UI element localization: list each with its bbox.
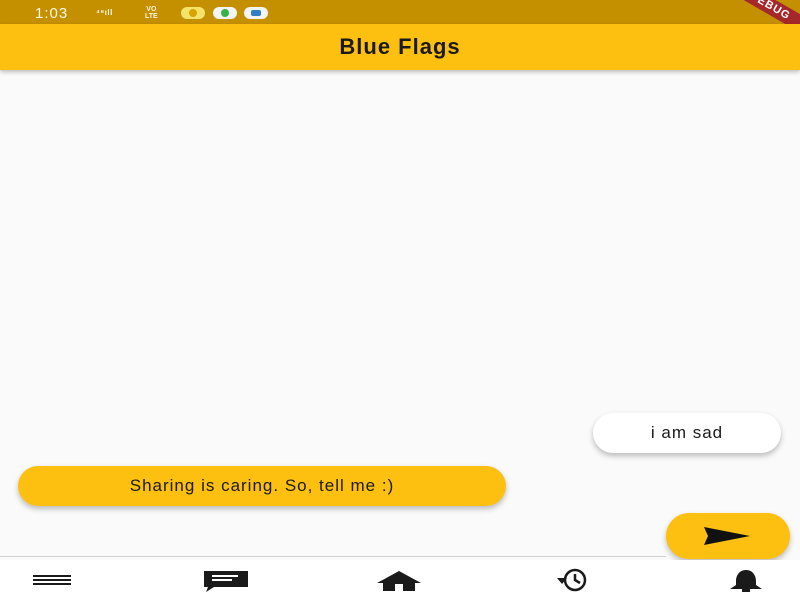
message-notification-icon [244, 7, 268, 19]
volte-indicator: VO LTE [145, 6, 158, 20]
signal-icon: ⁴⁶ıll [96, 8, 113, 17]
nav-item-chat[interactable] [202, 568, 250, 592]
nav-item-home[interactable] [375, 568, 423, 592]
bot-message-bubble: Sharing is caring. So, tell me :) [18, 466, 506, 506]
whatsapp-notification-icon [213, 7, 237, 19]
home-icon [377, 571, 421, 591]
status-time: 1:03 [35, 5, 69, 22]
menu-icon [33, 575, 71, 585]
nav-item-history[interactable] [549, 568, 597, 592]
nav-item-notifications[interactable] [722, 568, 770, 592]
user-message-bubble: i am sad [593, 413, 781, 453]
page-title: Blue Flags [339, 34, 461, 59]
send-icon [704, 527, 750, 545]
snapchat-notification-icon [181, 7, 205, 19]
bell-icon [730, 570, 762, 592]
battery-icon [700, 7, 760, 19]
history-icon [557, 568, 587, 592]
bottom-navigation [0, 560, 800, 600]
chat-area: i am sad Sharing is caring. So, tell me … [0, 70, 800, 556]
app-bar: Blue Flags [0, 24, 800, 70]
send-button[interactable] [666, 513, 790, 559]
divider [0, 556, 666, 557]
nav-item-menu[interactable] [28, 568, 76, 592]
chat-icon [204, 571, 248, 592]
status-bar: 1:03 ⁴⁶ıll VO LTE [0, 0, 800, 24]
